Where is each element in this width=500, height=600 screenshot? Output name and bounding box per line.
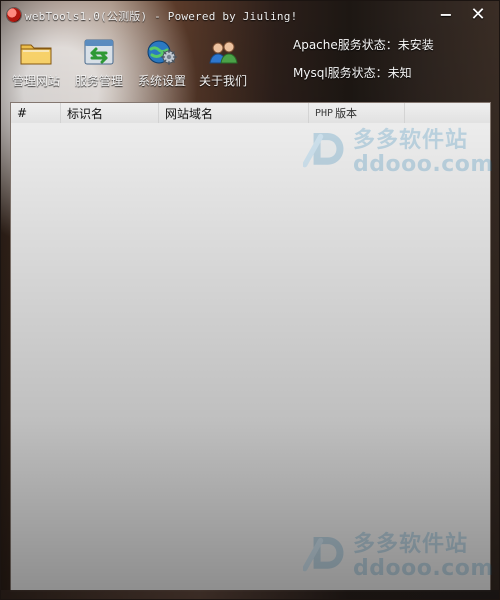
tool-service-management[interactable]: 服务管理 — [70, 35, 128, 93]
php-prefix: PHP — [315, 107, 334, 119]
watermark-bottom: 多多软件站 ddooo.com — [303, 526, 494, 581]
watermark-cn-bottom: 多多软件站 — [353, 532, 469, 557]
minimize-button[interactable]: − — [435, 6, 457, 24]
close-button[interactable]: ✕ — [467, 6, 489, 24]
tool-manage-sites-label: 管理网站 — [11, 74, 60, 88]
users-icon — [206, 35, 240, 69]
service-status: Apache服务状态：未安装 Mysql服务状态：未知 — [293, 35, 463, 91]
tool-service-management-label: 服务管理 — [74, 74, 123, 88]
window-title: webTools1.0(公测版) - Powered by Jiuling! — [25, 10, 298, 23]
table-header: # 标识名 网站域名 PHP 版本 — [11, 103, 490, 124]
column-hash[interactable]: # — [11, 103, 61, 123]
title-bar[interactable]: webTools1.0(公测版) - Powered by Jiuling! −… — [1, 1, 499, 27]
watermark-en-top: ddooo.com — [353, 152, 494, 177]
php-suffix: 版本 — [335, 107, 358, 120]
tool-about-us-label: 关于我们 — [198, 74, 247, 88]
minimize-icon: − — [439, 5, 453, 24]
watermark-logo-icon — [303, 537, 344, 572]
folder-icon — [19, 35, 53, 69]
tool-manage-sites[interactable]: 管理网站 — [7, 35, 65, 93]
table-body[interactable] — [11, 123, 490, 591]
globe-gear-icon — [145, 35, 179, 69]
close-icon: ✕ — [470, 4, 486, 25]
apache-status: Apache服务状态：未安装 — [293, 38, 434, 52]
swap-arrows-icon — [82, 35, 116, 69]
watermark-top: 多多软件站 ddooo.com — [303, 122, 494, 177]
bottom-edge — [1, 590, 499, 599]
toolbar: 管理网站 服务管理 系统设置 关于我们 — [1, 35, 321, 95]
column-filler — [405, 103, 490, 123]
watermark-cn-top: 多多软件站 — [353, 128, 469, 153]
mysql-status: Mysql服务状态：未知 — [293, 66, 412, 80]
tool-about-us[interactable]: 关于我们 — [194, 35, 252, 93]
column-domain[interactable]: 网站域名 — [159, 103, 309, 123]
watermark-en-bottom: ddooo.com — [353, 556, 494, 581]
app-window: webTools1.0(公测版) - Powered by Jiuling! −… — [0, 0, 500, 600]
watermark-logo-icon — [303, 133, 344, 168]
tool-system-settings[interactable]: 系统设置 — [133, 35, 191, 93]
tool-system-settings-label: 系统设置 — [137, 74, 186, 88]
column-identifier[interactable]: 标识名 — [61, 103, 159, 123]
column-php-version[interactable]: PHP 版本 — [309, 103, 405, 123]
app-icon — [7, 8, 21, 22]
